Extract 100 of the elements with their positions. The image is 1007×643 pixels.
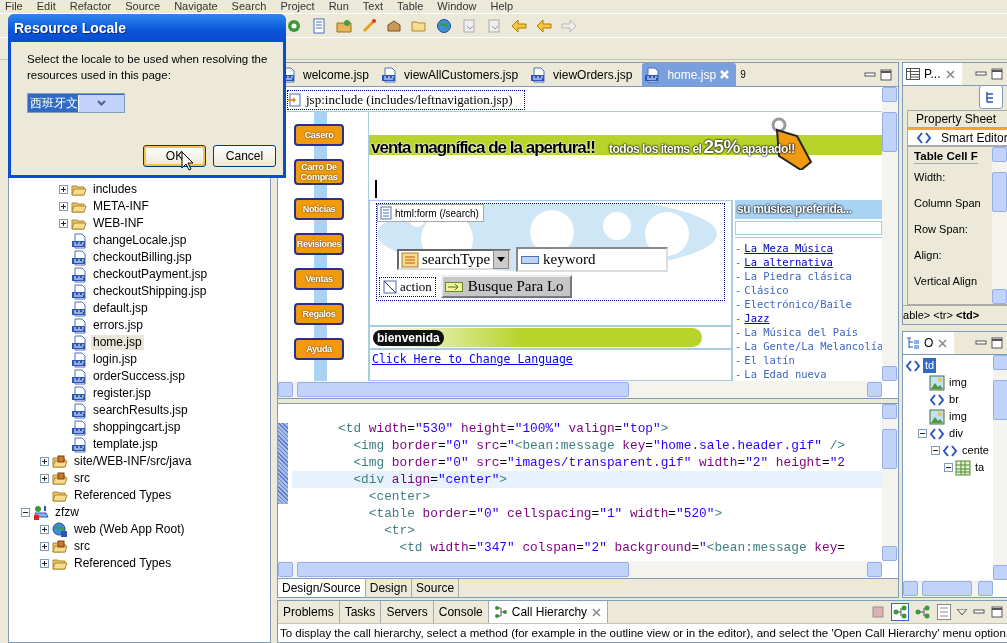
menu-item[interactable]: Project xyxy=(275,0,324,13)
music-link[interactable]: La Música del País xyxy=(744,325,859,339)
tag-breadcrumb[interactable]: able> <tr> <td> xyxy=(903,309,980,321)
music-link[interactable]: Clásico xyxy=(744,283,789,297)
music-link[interactable]: La Gente/La Melancolía xyxy=(744,339,883,353)
menu-item[interactable]: File xyxy=(0,0,32,13)
menu-item[interactable]: Text xyxy=(357,0,393,13)
tree-item[interactable]: Referenced Types xyxy=(72,556,174,571)
dropdown-button[interactable] xyxy=(493,250,510,269)
expand-icon[interactable] xyxy=(40,542,49,551)
tree-item[interactable]: checkoutPayment.jsp xyxy=(91,267,210,282)
scrollbar[interactable] xyxy=(882,404,899,561)
expand-icon[interactable] xyxy=(40,457,49,466)
music-link[interactable]: El latín xyxy=(744,353,795,367)
music-link[interactable]: Electrónico/Baile xyxy=(744,297,852,311)
menu-item[interactable]: Edit xyxy=(31,0,65,13)
maximize-icon[interactable] xyxy=(991,68,1004,80)
tree-item[interactable]: web (Web App Root) xyxy=(72,522,187,537)
outline-item[interactable]: cente xyxy=(960,443,991,458)
tree-item[interactable]: login.jsp xyxy=(91,352,140,367)
back-arrow-icon[interactable] xyxy=(511,17,527,34)
stop-icon[interactable] xyxy=(871,605,886,619)
globe-icon[interactable] xyxy=(436,17,452,34)
tree-item[interactable]: src xyxy=(72,471,92,486)
menu-item[interactable]: Run xyxy=(323,0,358,13)
music-link[interactable]: La Edad nueva xyxy=(744,367,827,381)
properties-tab[interactable]: Property Sheet xyxy=(907,110,1007,128)
outline-item[interactable]: img xyxy=(947,409,969,424)
expand-icon[interactable] xyxy=(59,219,68,228)
scrollbar[interactable] xyxy=(882,87,899,381)
tree-item[interactable]: WEB-INF xyxy=(91,216,146,231)
document-icon[interactable] xyxy=(311,17,327,34)
tree-item[interactable]: META-INF xyxy=(91,199,151,214)
view-tab[interactable]: O xyxy=(903,332,955,354)
expand-icon[interactable] xyxy=(40,525,49,534)
tree-item[interactable]: home.jsp xyxy=(91,335,144,350)
menu-item[interactable]: Table xyxy=(392,0,433,13)
back-arrow-icon[interactable] xyxy=(536,17,552,34)
dialog-button[interactable]: OK xyxy=(143,145,206,167)
collapse-icon[interactable] xyxy=(931,446,941,455)
wand-icon[interactable] xyxy=(361,17,377,34)
close-icon[interactable] xyxy=(937,337,949,349)
expand-icon[interactable] xyxy=(59,185,68,194)
tree-item[interactable]: site/WEB-INF/src/java xyxy=(72,454,194,469)
locale-dropdown[interactable]: 西班牙文 xyxy=(27,93,125,113)
include-tag[interactable]: jsp:include (includes/leftnavigation.jsp) xyxy=(287,90,525,110)
tree-item[interactable]: changeLocale.jsp xyxy=(91,233,189,248)
form-tag[interactable]: html:form (/search) xyxy=(377,204,484,222)
scrollbar[interactable] xyxy=(993,355,1007,580)
music-link[interactable]: La Meza Música xyxy=(744,241,833,255)
music-link[interactable]: Jazz xyxy=(744,311,770,325)
outline-item[interactable]: div xyxy=(947,426,966,441)
search-button[interactable]: Busque Para Lo xyxy=(440,275,572,298)
outline-item[interactable]: br xyxy=(947,392,961,407)
tree-item[interactable]: Referenced Types xyxy=(72,488,174,503)
tree-item[interactable]: searchResults.jsp xyxy=(91,403,190,418)
menu-item[interactable]: Refactor xyxy=(64,0,121,13)
menu-item[interactable]: Help xyxy=(485,0,523,13)
music-link[interactable]: La alternativa xyxy=(744,255,833,269)
menu-item[interactable]: Search xyxy=(226,0,276,13)
outline-item[interactable]: ta xyxy=(973,460,987,475)
tree-item[interactable]: includes xyxy=(91,182,140,197)
panel-tab[interactable]: Call Hierarchy xyxy=(488,601,609,623)
list-icon[interactable] xyxy=(937,604,952,620)
music-link[interactable]: La Piedra clásica xyxy=(744,269,852,283)
hierarchy-icon[interactable] xyxy=(915,604,932,620)
view-tab[interactable]: P... xyxy=(903,63,962,85)
dialog-button[interactable]: Cancel xyxy=(213,145,276,167)
menu-item[interactable]: Window xyxy=(432,0,486,13)
properties-tab[interactable]: Smart Editor xyxy=(907,128,1007,146)
collapse-icon[interactable] xyxy=(918,429,928,438)
hidden-field-tag[interactable]: action xyxy=(379,276,436,297)
menu-item[interactable]: Source xyxy=(120,0,170,13)
tree-item[interactable]: errors.jsp xyxy=(91,318,145,333)
tree-item[interactable]: default.jsp xyxy=(91,301,150,316)
maximize-icon[interactable] xyxy=(991,337,1004,349)
tree-item[interactable]: zfzw xyxy=(53,505,81,520)
hierarchy-icon[interactable] xyxy=(891,603,910,621)
tree-item[interactable]: register.jsp xyxy=(91,386,154,401)
scrollbar[interactable] xyxy=(903,580,994,597)
more-tabs-count[interactable]: 9 xyxy=(736,63,750,86)
tree-item[interactable]: src xyxy=(72,539,92,554)
select-field[interactable]: searchType xyxy=(397,249,512,270)
outline-item[interactable]: td xyxy=(923,358,937,373)
tree-item[interactable]: orderSuccess.jsp xyxy=(91,369,188,384)
folder-icon[interactable] xyxy=(336,17,352,34)
tree-view-button[interactable] xyxy=(979,85,1004,109)
collapse-icon[interactable] xyxy=(21,508,30,517)
menu-item[interactable]: Navigate xyxy=(169,0,227,13)
maximize-icon[interactable] xyxy=(880,68,893,81)
tree-item[interactable]: shoppingcart.jsp xyxy=(91,420,183,435)
menu-icon[interactable] xyxy=(957,609,968,615)
tree-item[interactable]: template.jsp xyxy=(91,437,160,452)
tree-item[interactable]: checkoutBilling.jsp xyxy=(91,250,194,265)
expand-icon[interactable] xyxy=(40,474,49,483)
outline-item[interactable]: img xyxy=(947,375,969,390)
scrollbar[interactable] xyxy=(278,381,883,398)
keyword-field[interactable]: keyword xyxy=(516,247,669,272)
maximize-icon[interactable] xyxy=(991,606,1004,618)
expand-icon[interactable] xyxy=(59,202,68,211)
